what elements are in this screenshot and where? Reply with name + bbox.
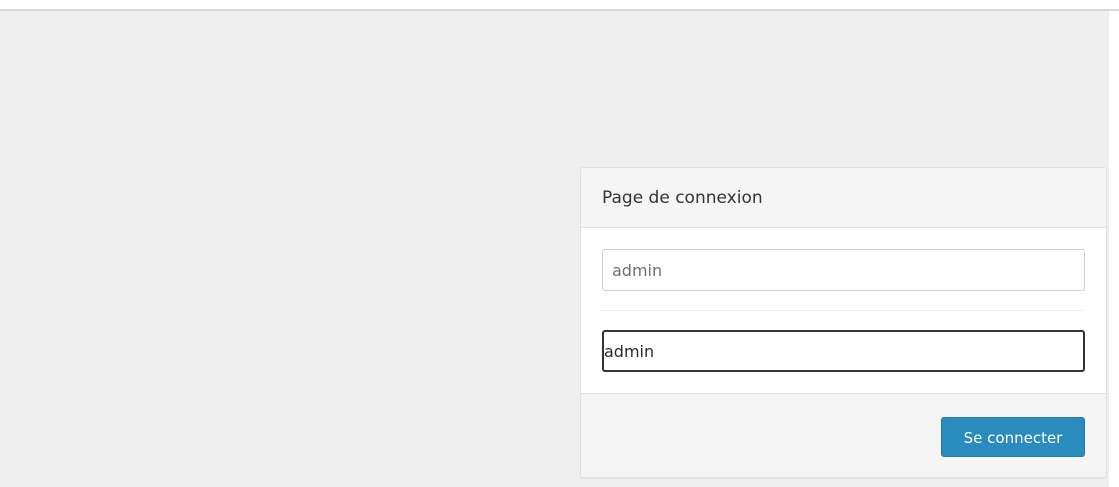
right-edge (1109, 11, 1119, 487)
panel-heading: Page de connexion (581, 168, 1106, 228)
top-border (0, 0, 1119, 11)
panel-footer: Se connecter (581, 393, 1106, 477)
login-panel: Page de connexion Se connecter (580, 167, 1107, 478)
field-divider (602, 310, 1085, 311)
username-input[interactable] (602, 249, 1085, 291)
password-input[interactable] (602, 330, 1085, 372)
login-button[interactable]: Se connecter (941, 417, 1085, 457)
login-title: Page de connexion (602, 188, 763, 208)
